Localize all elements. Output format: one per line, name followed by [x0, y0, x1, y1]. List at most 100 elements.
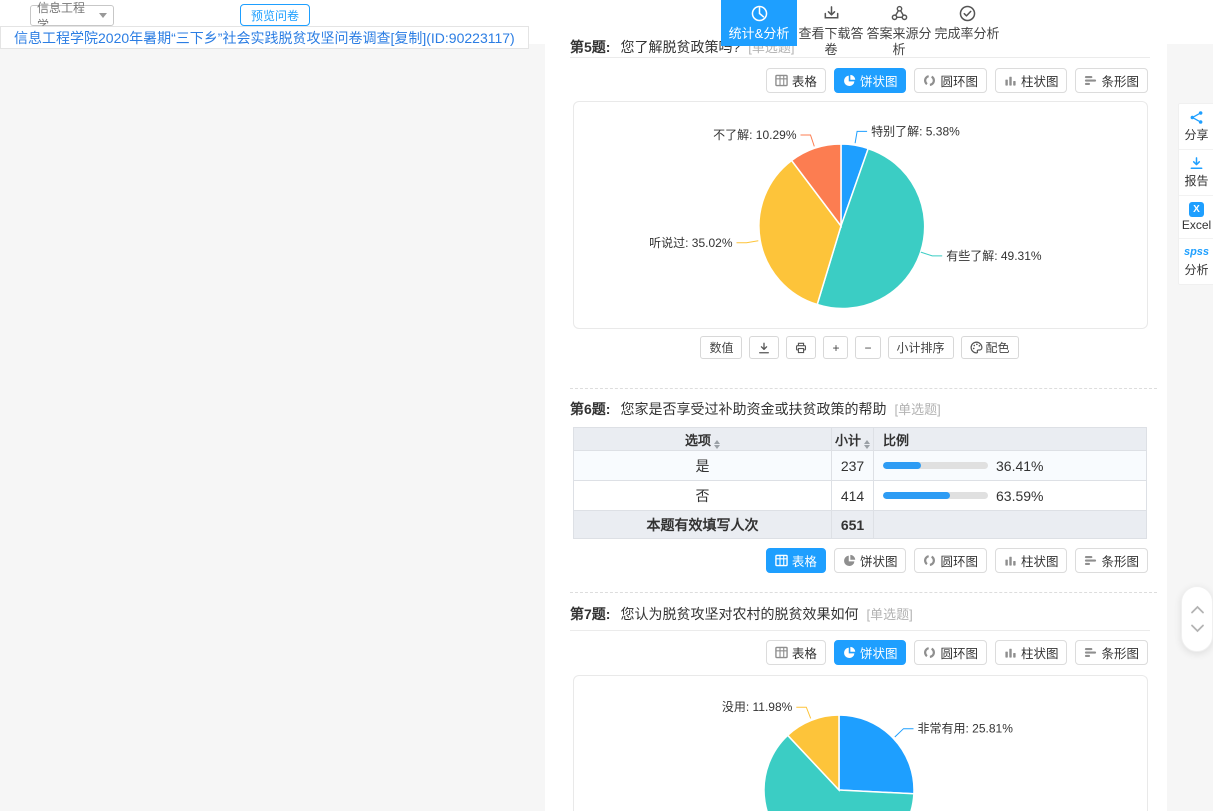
color-scheme-button[interactable]: 配色	[961, 336, 1019, 359]
tab-completion-rate-analysis[interactable]: 完成率分析	[933, 0, 1001, 42]
survey-selector-dropdown[interactable]: 信息工程学...	[30, 5, 114, 26]
tab-label: 答案来源分析	[866, 26, 931, 57]
spss-analysis-button[interactable]: spss分析	[1179, 239, 1213, 284]
pie-chart-icon	[843, 646, 856, 659]
pie-chart-canvas: 特别了解: 5.38%有些了解: 49.31%听说过: 35.02%不了解: 1…	[574, 102, 1147, 328]
donut-chart-icon	[923, 74, 936, 87]
survey-title-tooltip: 信息工程学院2020年暑期“三下乡”社会实践脱贫攻坚问卷调查[复制](ID:90…	[0, 26, 529, 49]
tab-label: 查看下载答卷	[798, 26, 863, 57]
answer-source-icon	[865, 4, 933, 24]
ratio-bar: 36.41%	[874, 458, 1146, 474]
question-6-title: 第6题:您家是否享受过补助资金或扶贫政策的帮助[单选题]	[570, 399, 941, 419]
scroll-down-button[interactable]	[1190, 624, 1205, 633]
pie-chart-icon	[843, 554, 856, 567]
bar-chart-icon	[1084, 554, 1097, 567]
question-text: 您家是否享受过补助资金或扶贫政策的帮助	[620, 401, 886, 417]
toolbar-button-label: 小计排序	[897, 339, 945, 356]
chart-type-column-button[interactable]: 柱状图	[995, 548, 1068, 573]
zoom-in-button[interactable]: +	[823, 336, 848, 359]
share-icon	[1189, 109, 1204, 126]
tab-view-download-answers[interactable]: 查看下载答卷	[797, 0, 865, 58]
chart-type-label: 饼状图	[860, 71, 898, 90]
chart-type-table-button[interactable]: 表格	[766, 68, 826, 93]
q5-chart-type-buttons: 表格 饼状图圆环图 柱状图条形图	[570, 68, 1148, 93]
share-button[interactable]: 分享	[1179, 104, 1213, 150]
chart-type-bar-button[interactable]: 条形图	[1075, 548, 1148, 573]
toolbar-button-label: 数值	[709, 339, 733, 356]
print-chart-button[interactable]	[786, 336, 816, 359]
column-header-option[interactable]: 选项	[574, 428, 832, 451]
chart-type-label: 条形图	[1101, 551, 1139, 570]
chart-type-donut-button[interactable]: 圆环图	[914, 68, 987, 93]
option-cell: 是	[574, 451, 832, 481]
q7-chart-type-buttons: 表格饼状图 圆环图 柱状图 条形图	[570, 640, 1148, 665]
chart-type-label: 柱状图	[1021, 551, 1059, 570]
values-toggle-button[interactable]: 数值	[700, 336, 742, 359]
chart-type-donut-button[interactable]: 圆环图	[914, 548, 987, 573]
chart-type-label: 柱状图	[1021, 71, 1059, 90]
page-scroll-control	[1181, 586, 1213, 652]
pie-slice	[839, 715, 914, 794]
q5-pie-chart: 特别了解: 5.38%有些了解: 49.31%听说过: 35.02%不了解: 1…	[573, 101, 1148, 329]
pie-chart-icon	[843, 74, 856, 87]
chart-type-table-button[interactable]: 表格	[766, 640, 826, 665]
chart-type-pie-button[interactable]: 饼状图	[834, 68, 907, 93]
left-gutter-background	[0, 44, 545, 811]
question-number: 第6题:	[570, 401, 610, 417]
percent-label: 63.59%	[996, 488, 1043, 504]
footer-empty-cell	[874, 511, 1147, 539]
donut-chart-icon	[923, 554, 936, 567]
bar-chart-icon	[1084, 646, 1097, 659]
chart-type-bar-button[interactable]: 条形图	[1075, 640, 1148, 665]
table-header-row: 选项 小计比例	[574, 428, 1147, 451]
bar-fill	[883, 492, 950, 499]
side-toolbar-label: 报告	[1184, 172, 1208, 189]
print-icon	[795, 342, 807, 354]
chart-type-pie-button[interactable]: 饼状图	[834, 548, 907, 573]
pie-label-leader-line	[855, 131, 867, 143]
question-7-title: 第7题:您认为脱贫攻坚对农村的脱贫效果如何[单选题]	[570, 604, 913, 624]
pie-slice-label: 不了解: 10.29%	[713, 128, 797, 142]
chart-type-label: 柱状图	[1021, 643, 1059, 662]
sort-icon	[714, 440, 720, 449]
side-toolbar-label: Excel	[1182, 218, 1211, 232]
table-row: 否41463.59%	[574, 481, 1147, 511]
chart-type-label: 条形图	[1101, 643, 1139, 662]
column-header-ratio: 比例	[874, 428, 1147, 451]
palette-icon	[970, 341, 983, 354]
pie-slice-label: 非常有用: 25.81%	[918, 722, 1014, 736]
download-icon	[758, 342, 770, 354]
preview-survey-button[interactable]: 预览问卷	[240, 4, 310, 26]
ratio-cell-wrap: 36.41%	[874, 451, 1147, 481]
chart-type-bar-button[interactable]: 条形图	[1075, 68, 1148, 93]
report-button[interactable]: 报告	[1179, 150, 1213, 196]
scroll-up-button[interactable]	[1190, 605, 1205, 614]
ratio-cell-wrap: 63.59%	[874, 481, 1147, 511]
ratio-bar: 63.59%	[874, 488, 1146, 504]
caret-down-icon	[99, 13, 107, 18]
chart-type-donut-button[interactable]: 圆环图	[914, 640, 987, 665]
chart-type-pie-button[interactable]: 饼状图	[834, 640, 907, 665]
tab-stats-analysis[interactable]: 统计&分析	[721, 0, 797, 46]
chart-type-column-button[interactable]: 柱状图	[995, 640, 1068, 665]
download-chart-button[interactable]	[749, 336, 779, 359]
subtotal-sort-button[interactable]: 小计排序	[888, 336, 954, 359]
side-toolbar-label: 分享	[1184, 126, 1208, 143]
chart-type-label: 表格	[792, 643, 817, 662]
chart-type-column-button[interactable]: 柱状图	[995, 68, 1068, 93]
column-header-label: 选项	[685, 433, 711, 448]
sort-icon	[864, 440, 870, 449]
pie-label-leader-line	[801, 135, 815, 146]
excel-export-button[interactable]: XExcel	[1179, 196, 1213, 239]
pie-slice-label: 特别了解: 5.38%	[871, 123, 960, 138]
chart-type-label: 表格	[792, 71, 817, 90]
chart-type-table-button[interactable]: 表格	[766, 548, 826, 573]
column-header-subtotal[interactable]: 小计	[832, 428, 874, 451]
column-header-label: 比例	[883, 433, 909, 448]
chart-type-label: 圆环图	[940, 643, 978, 662]
q5-chart-toolbar: 数值 +−小计排序配色	[573, 336, 1146, 359]
zoom-out-button[interactable]: −	[855, 336, 880, 359]
q6-chart-type-buttons: 表格饼状图圆环图 柱状图 条形图	[570, 548, 1148, 573]
column-chart-icon	[1004, 554, 1017, 567]
tab-answer-source-analysis[interactable]: 答案来源分析	[865, 0, 933, 58]
